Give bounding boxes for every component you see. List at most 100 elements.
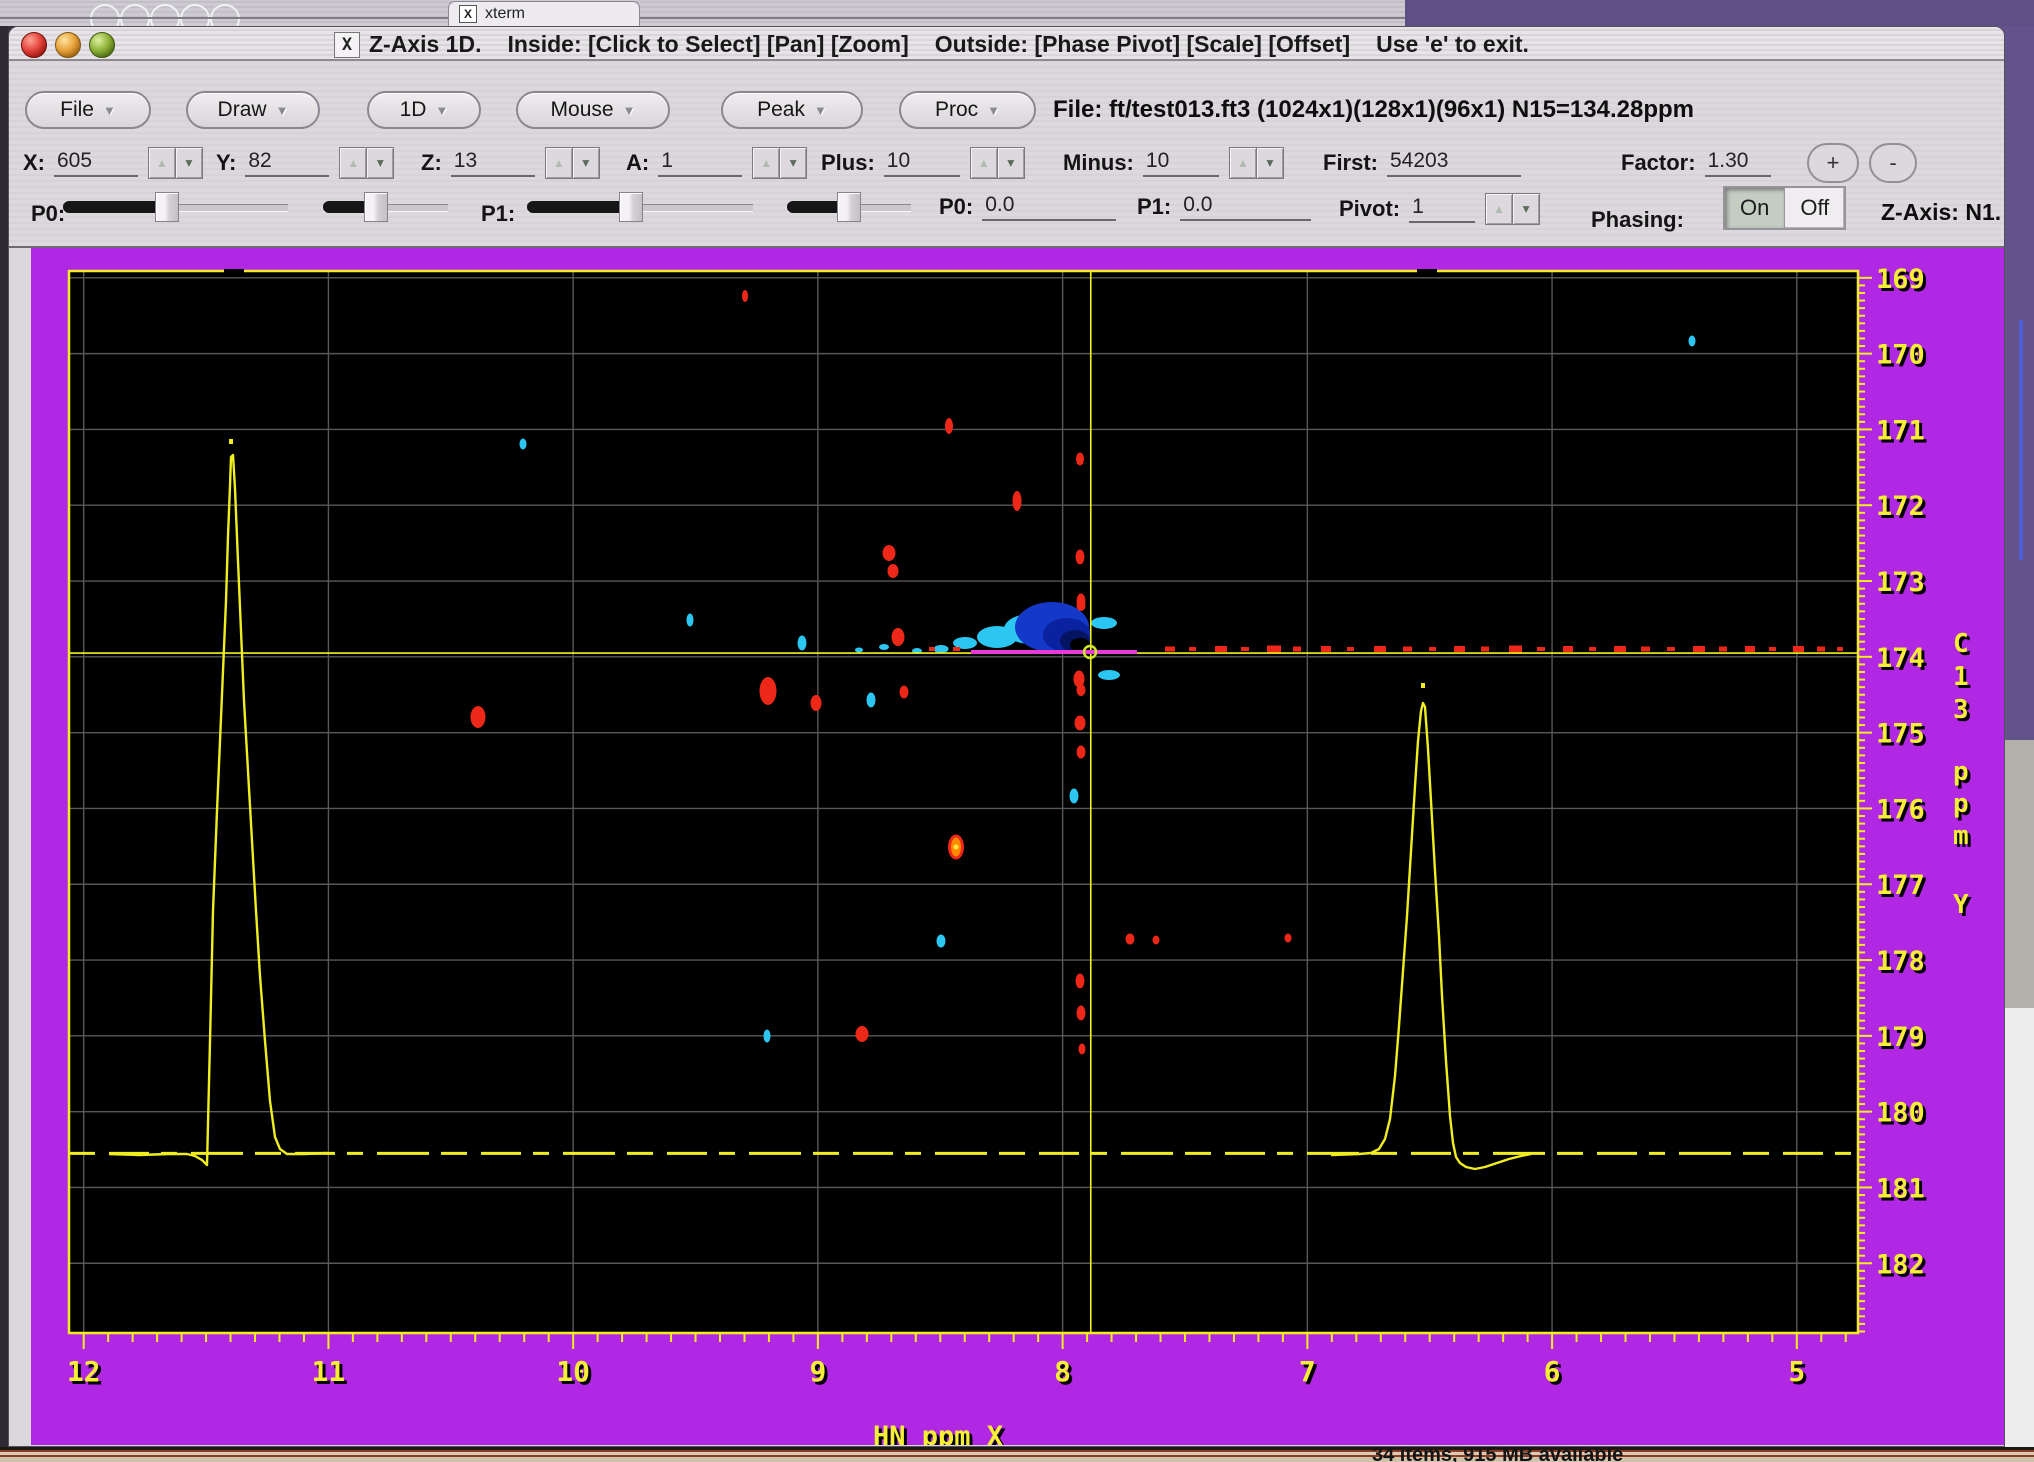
y-tick-minor [1858, 1156, 1865, 1159]
spinner-down-icon[interactable]: ▼ [996, 147, 1025, 179]
phasing-toggle[interactable]: On Off [1723, 186, 1847, 230]
phase-slider[interactable] [63, 191, 288, 223]
slider-thumb[interactable] [155, 192, 179, 222]
window-title: Z-Axis 1D. Inside: [Click to Select] [Pan… [369, 30, 1555, 58]
phasing-off-button[interactable]: Off [1785, 188, 1845, 228]
menu-button-mouse[interactable]: Mouse ▼ [516, 91, 670, 129]
field-input[interactable]: 1 [658, 149, 743, 177]
field-input[interactable]: 605 [54, 149, 138, 177]
field-label: Y: [216, 150, 237, 175]
water-streak-dot [1509, 645, 1522, 653]
x-tick-minor [1477, 1333, 1480, 1342]
trace-apex-dot [229, 439, 233, 444]
dropdown-arrow-icon: ▼ [622, 102, 636, 118]
y-tick-minor [1858, 625, 1865, 628]
trace-apex-dot [1421, 683, 1425, 688]
y-tick-minor [1858, 928, 1865, 931]
x-tick-minor [767, 1333, 770, 1342]
x-tick-major [1061, 1333, 1064, 1349]
water-streak-dot [1537, 647, 1545, 651]
y-tick-minor [1858, 1103, 1865, 1106]
menu-button-peak[interactable]: Peak ▼ [721, 91, 863, 129]
field-input[interactable]: 13 [450, 149, 535, 177]
y-tick-minor [1858, 458, 1865, 461]
field-input[interactable]: 1.30 [1704, 149, 1771, 177]
field-spinner[interactable]: ▲ ▼ [969, 147, 1025, 179]
field-spinner[interactable]: ▲ ▼ [752, 147, 808, 179]
phasing-on-button[interactable]: On [1725, 188, 1786, 228]
field-input[interactable]: 82 [245, 149, 330, 177]
field-spinner[interactable]: ▲ ▼ [339, 147, 395, 179]
water-streak-dot [1347, 647, 1354, 651]
x-tick-minor [1722, 1333, 1725, 1342]
field-input[interactable]: 10 [883, 149, 960, 177]
titlebar[interactable]: X Z-Axis 1D. Inside: [Click to Select] [P… [9, 27, 2004, 61]
water-streak-dot [1165, 646, 1175, 652]
y-tick-minor [1858, 587, 1865, 590]
contour-peak-positive [810, 695, 822, 711]
spectrum-canvas[interactable]: 1212 1111 1010 99 88 77 66 55HN ppm XHN ppm X16… [31, 248, 2004, 1445]
x-tick-minor [1208, 1333, 1211, 1342]
background-window-edge [0, 26, 8, 1447]
scale-plus-button[interactable]: + [1807, 143, 1859, 183]
contour-peak-positive [899, 685, 909, 699]
slider-thumb[interactable] [364, 192, 388, 222]
y-tick-label: 181 [1876, 1173, 1925, 1204]
menu-button-draw[interactable]: Draw ▼ [186, 91, 320, 129]
y-tick-minor [1858, 329, 1865, 332]
y-tick-minor [1858, 1239, 1865, 1242]
background-xterm-tab[interactable]: X xterm [448, 1, 640, 26]
menu-button-proc[interactable]: Proc ▼ [899, 91, 1036, 129]
spinner-down-icon[interactable]: ▼ [779, 147, 808, 179]
scale-minus-button[interactable]: - [1869, 143, 1917, 183]
field-input[interactable]: 10 [1142, 149, 1219, 177]
y-tick-minor [1858, 921, 1865, 924]
contour-peak-positive [759, 677, 777, 705]
phase-slider[interactable] [323, 191, 448, 223]
x-tick-minor [841, 1333, 844, 1342]
window-title-hint-inside: Inside: [Click to Select] [Pan] [Zoom] [507, 31, 909, 57]
spinner-up-icon[interactable]: ▲ [339, 147, 368, 179]
close-button[interactable] [21, 32, 47, 58]
pivot-input[interactable]: 1 [1409, 195, 1476, 223]
field-factor: Factor: 1.30 [1621, 145, 1771, 181]
p1-value-field[interactable]: P1: 0.0 [1137, 193, 1312, 221]
spinner-down-icon[interactable]: ▼ [571, 147, 600, 179]
field-input[interactable]: 54203 [1387, 149, 1521, 177]
x-tick-minor [474, 1333, 477, 1342]
y-tick-minor [1858, 678, 1865, 681]
menu-button-file[interactable]: File ▼ [25, 91, 151, 129]
slider-thumb[interactable] [837, 192, 861, 222]
zoom-button[interactable] [89, 32, 115, 58]
spinner-up-icon[interactable]: ▲ [969, 147, 998, 179]
p1-field-input[interactable]: 0.0 [1180, 193, 1312, 221]
y-tick-minor [1858, 511, 1865, 514]
spinner-down-icon[interactable]: ▼ [366, 147, 395, 179]
x-tick-minor [914, 1333, 917, 1342]
field-spinner[interactable]: ▲ ▼ [544, 147, 600, 179]
x-tick-minor [1600, 1333, 1603, 1342]
contour-peak-negative [936, 934, 946, 948]
spinner-up-icon[interactable]: ▲ [544, 147, 573, 179]
phase-slider[interactable] [527, 191, 753, 223]
field-spinner[interactable]: ▲ ▼ [148, 147, 203, 179]
y-tick-minor [1858, 648, 1865, 651]
spinner-down-icon[interactable]: ▼ [1255, 147, 1284, 179]
spinner-down-icon[interactable]: ▼ [1512, 193, 1541, 225]
field-spinner[interactable]: ▲ ▼ [1228, 147, 1284, 179]
minimize-button[interactable] [55, 32, 81, 58]
spinner-down-icon[interactable]: ▼ [175, 147, 203, 179]
p0-field-input[interactable]: 0.0 [982, 193, 1117, 221]
y-tick-minor [1858, 1118, 1865, 1121]
phase-slider[interactable] [787, 191, 911, 223]
spinner-up-icon[interactable]: ▲ [148, 147, 176, 179]
p0-value-field[interactable]: P0: 0.0 [939, 193, 1117, 221]
pivot-spinner[interactable]: ▲ ▼ [1485, 193, 1541, 225]
spinner-up-icon[interactable]: ▲ [1485, 193, 1514, 225]
pivot-field[interactable]: Pivot: 1 ▲ ▼ [1339, 193, 1541, 225]
spinner-up-icon[interactable]: ▲ [1228, 147, 1257, 179]
spinner-up-icon[interactable]: ▲ [752, 147, 781, 179]
menu-button-1d[interactable]: 1D ▼ [367, 91, 481, 129]
slider-thumb[interactable] [619, 192, 643, 222]
x-tick-minor [1012, 1333, 1015, 1342]
